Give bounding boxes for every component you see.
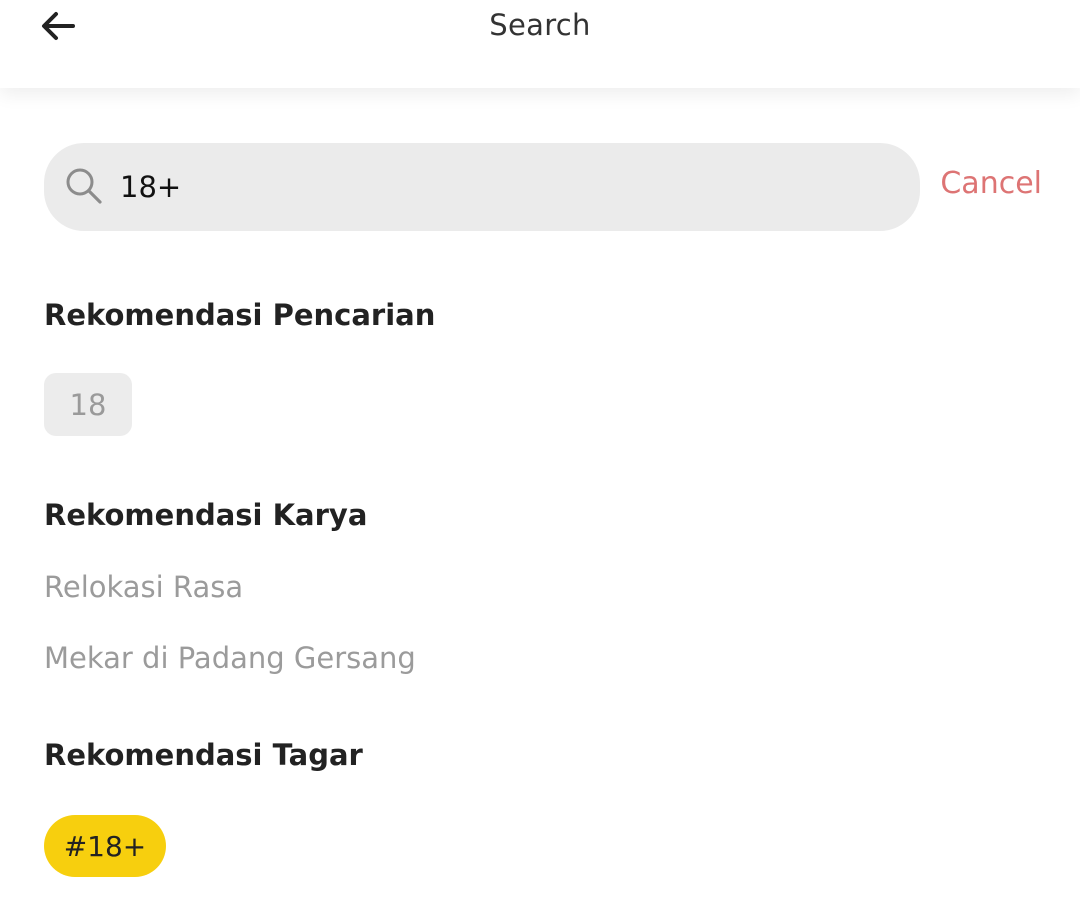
search-input[interactable] (120, 157, 890, 217)
search-icon (66, 168, 102, 204)
top-app-bar: Search (0, 0, 1080, 88)
search-recommendations-heading: Rekomendasi Pencarian (44, 298, 436, 332)
hashtag-chip[interactable]: #18+ (44, 815, 166, 877)
search-suggestion-chip[interactable]: 18 (44, 373, 132, 436)
search-field[interactable] (44, 143, 920, 231)
tag-recommendations-heading: Rekomendasi Tagar (44, 738, 363, 772)
work-item-mekar-di-padang-gersang[interactable]: Mekar di Padang Gersang (44, 641, 416, 675)
search-bar: Cancel (44, 143, 1044, 231)
cancel-button[interactable]: Cancel (940, 166, 1042, 201)
page-title: Search (489, 8, 591, 42)
work-item-relokasi-rasa[interactable]: Relokasi Rasa (44, 570, 243, 604)
work-recommendations-heading: Rekomendasi Karya (44, 498, 368, 532)
